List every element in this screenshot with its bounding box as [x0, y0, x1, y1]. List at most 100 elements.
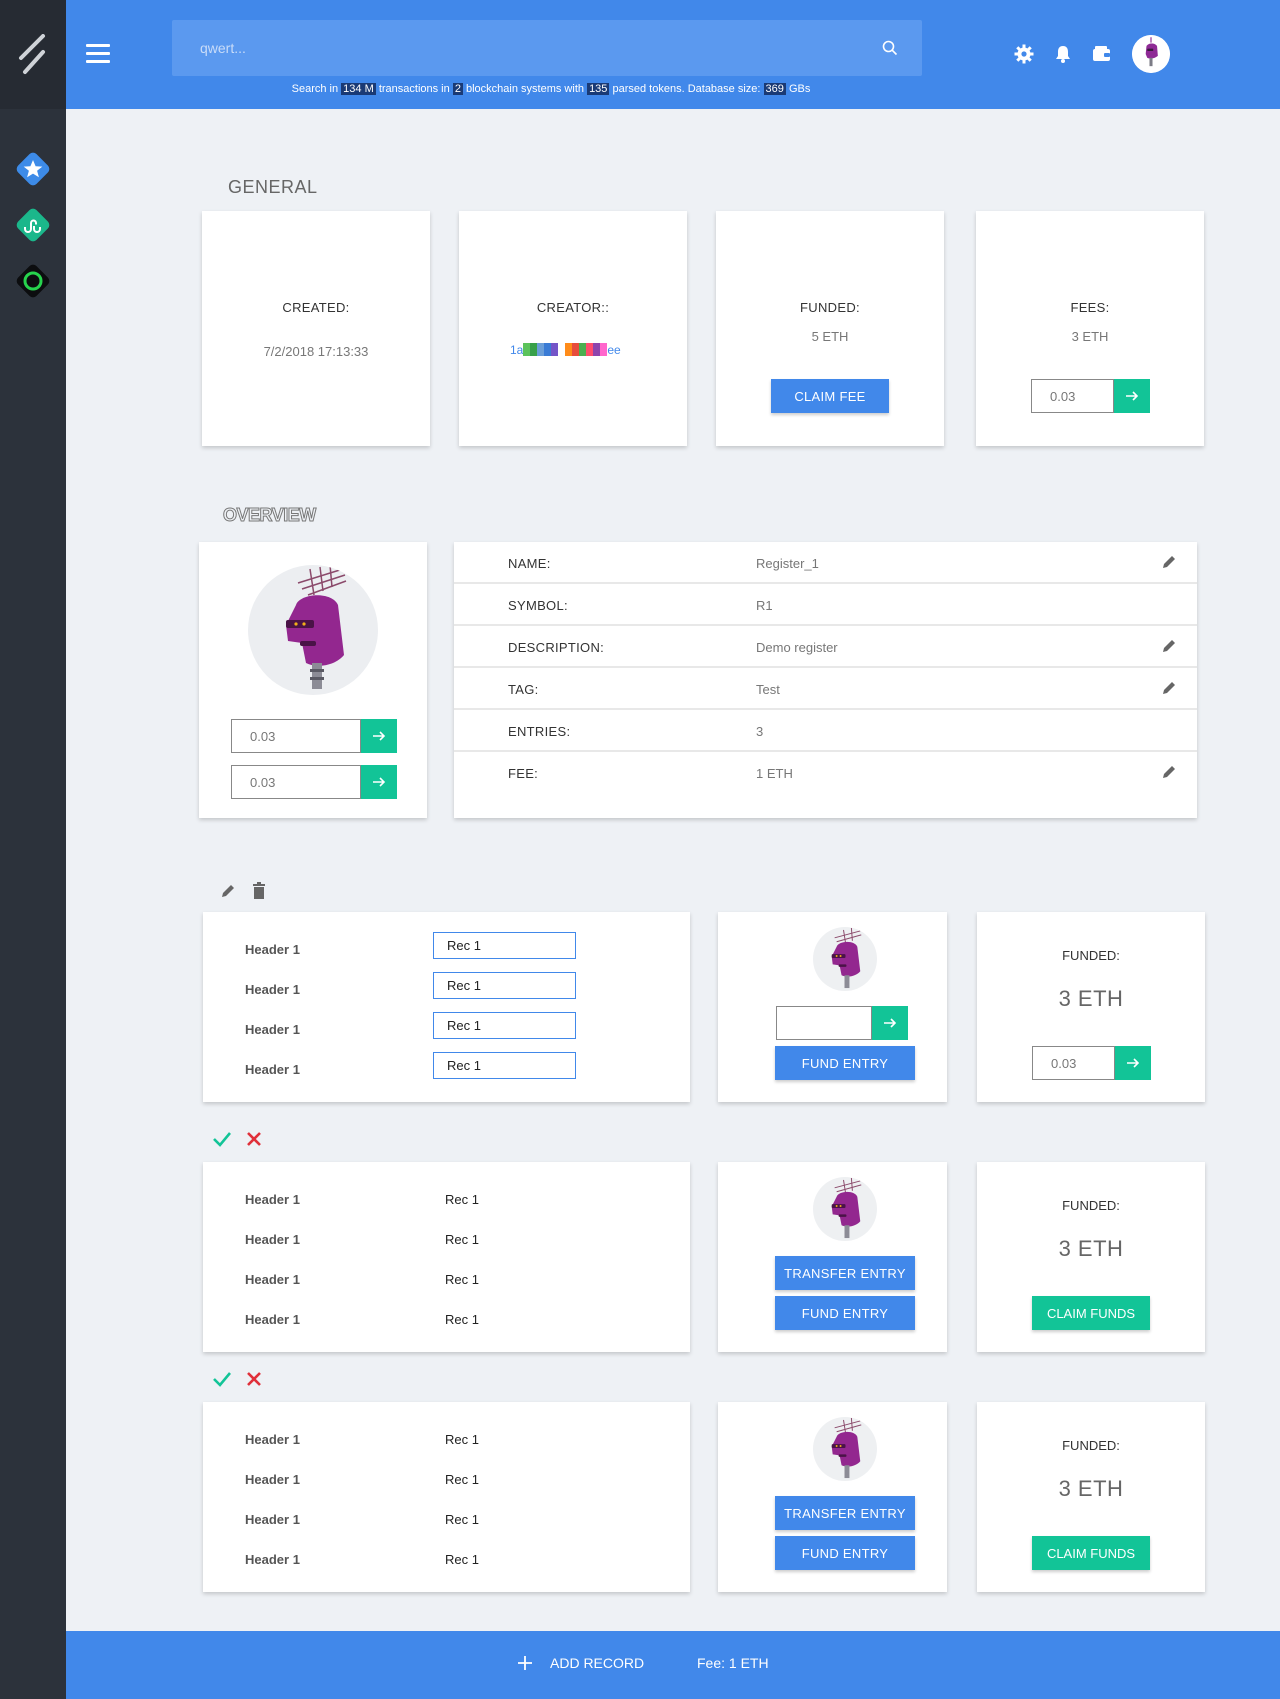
entry-field-row: Header 1 Rec 1 — [203, 1540, 693, 1580]
entry-fields-card: Header 1 Rec 1 Header 1 Rec 1 Header 1 Rec 1H… — [203, 1162, 690, 1352]
entry-field-value: Rec 1 — [445, 1192, 479, 1207]
overview-row-value: 3 — [756, 724, 764, 739]
search-bar — [172, 20, 922, 76]
entry-funded-submit-button[interactable] — [1115, 1046, 1151, 1080]
creator-address[interactable]: 1a ee — [510, 343, 621, 357]
entry-funded-card: FUNDED: 3 ETH CLAIM FUNDS — [977, 1402, 1205, 1592]
app-logo[interactable] — [0, 0, 66, 109]
identicon-block — [593, 343, 601, 356]
entry-field-row: Header 1 Rec 1 — [203, 1420, 693, 1460]
claim-funds-button[interactable]: CLAIM FUNDS — [1032, 1296, 1150, 1330]
delete-entry-icon[interactable] — [252, 882, 266, 899]
footer-fee: Fee: 1 ETH — [697, 1655, 769, 1671]
entry-field-row: Header 1 Rec 1 — [203, 1220, 693, 1260]
overview-amount-input-1[interactable] — [231, 719, 361, 753]
entry-funded-input[interactable] — [1032, 1046, 1115, 1080]
overview-row-value: 1 ETH — [756, 766, 793, 781]
entry-field-header: Header 1 — [245, 1192, 300, 1207]
edit-pencil-icon[interactable] — [1161, 680, 1177, 701]
arrow-right-icon — [884, 1018, 897, 1028]
overview-avatar-card — [199, 542, 427, 818]
overview-amount-input-2[interactable] — [231, 765, 361, 799]
overview-row-key: NAME: — [508, 556, 551, 571]
entry-field-value: Rec 1 — [445, 1312, 479, 1327]
identicon-block — [530, 343, 538, 356]
entry-field-header: Header 1 — [245, 1472, 300, 1487]
entry-funded-label: FUNDED: — [1062, 948, 1120, 963]
entry-actions-card: TRANSFER ENTRY FUND ENTRY — [718, 1402, 947, 1592]
entry-fund-input[interactable] — [776, 1006, 872, 1040]
search-input[interactable] — [172, 20, 872, 76]
identicon-block — [572, 343, 580, 356]
edit-pencil-icon[interactable] — [1161, 764, 1177, 785]
entry-field-row: Header 1 — [203, 970, 693, 1010]
fees-submit-button[interactable] — [1114, 379, 1150, 413]
fund-entry-button[interactable]: FUND ENTRY — [775, 1046, 915, 1080]
edit-pencil-icon[interactable] — [1161, 638, 1177, 659]
created-label: CREATED: — [282, 300, 350, 315]
cancel-x-icon[interactable] — [246, 1131, 262, 1147]
entry-field-header: Header 1 — [245, 1512, 300, 1527]
created-value: 7/2/2018 17:13:33 — [263, 344, 369, 359]
entry-field-input[interactable] — [433, 1012, 576, 1039]
overview-row-key: ENTRIES: — [508, 724, 571, 739]
ring-app-icon[interactable] — [15, 263, 51, 299]
transfer-entry-button[interactable]: TRANSFER ENTRY — [775, 1256, 915, 1290]
fees-value: 3 ETH — [1071, 329, 1109, 344]
cancel-x-icon[interactable] — [246, 1371, 262, 1387]
entry-field-row: Header 1 — [203, 930, 693, 970]
fees-card: FEES: 3 ETH — [976, 211, 1204, 446]
creator-card: CREATOR:: 1a ee — [459, 211, 687, 446]
claim-fee-button[interactable]: CLAIM FEE — [771, 379, 889, 413]
robot-avatar-icon — [831, 927, 862, 989]
overview-row-value: Demo register — [756, 640, 838, 655]
overview-row-key: SYMBOL: — [508, 598, 568, 613]
robot-avatar-icon — [286, 565, 347, 689]
entry-field-input[interactable] — [433, 972, 576, 999]
star-app-icon[interactable] — [15, 151, 51, 187]
entry-avatar — [813, 927, 877, 991]
creator-identicon — [523, 343, 608, 356]
identicon-block — [565, 343, 573, 356]
funded-value: 5 ETH — [811, 329, 849, 344]
entry-field-input[interactable] — [433, 1052, 576, 1079]
overview-row: NAME: Register_1 — [454, 542, 1197, 584]
entry-field-row: Header 1 Rec 1 — [203, 1260, 693, 1300]
fees-amount-input[interactable] — [1031, 379, 1114, 413]
creator-label: CREATOR:: — [536, 300, 610, 315]
edit-pencil-icon[interactable] — [1161, 554, 1177, 575]
entry-avatar — [813, 1417, 877, 1481]
add-record-button[interactable]: ADD RECORD — [518, 1655, 644, 1671]
search-icon[interactable] — [882, 40, 898, 56]
settings-icon[interactable] — [1014, 44, 1034, 64]
entry-avatar — [813, 1177, 877, 1241]
entry-funded-card: FUNDED: 3 ETH — [977, 912, 1205, 1102]
wallet-icon[interactable] — [1092, 44, 1112, 64]
overview-row: TAG: Test — [454, 668, 1197, 710]
stumbleupon-app-icon[interactable] — [15, 207, 51, 243]
transfer-entry-button[interactable]: TRANSFER ENTRY — [775, 1496, 915, 1530]
overview-submit-button-2[interactable] — [361, 765, 397, 799]
logo-icon — [19, 34, 45, 74]
entry-field-header: Header 1 — [245, 1062, 300, 1077]
fund-entry-button[interactable]: FUND ENTRY — [775, 1536, 915, 1570]
confirm-check-icon[interactable] — [212, 1131, 232, 1147]
entry-field-header: Header 1 — [245, 1552, 300, 1567]
creator-address-prefix: 1a — [510, 343, 524, 357]
entry-funded-value: 3 ETH — [1058, 1476, 1124, 1501]
arrow-right-icon — [373, 731, 386, 741]
confirm-check-icon[interactable] — [212, 1371, 232, 1387]
edit-entry-icon[interactable] — [220, 883, 236, 899]
identicon-block — [544, 343, 552, 356]
claim-funds-button[interactable]: CLAIM FUNDS — [1032, 1536, 1150, 1570]
menu-icon[interactable] — [86, 44, 110, 64]
overview-submit-button-1[interactable] — [361, 719, 397, 753]
fund-entry-button[interactable]: FUND ENTRY — [775, 1296, 915, 1330]
entry-field-input[interactable] — [433, 932, 576, 959]
overview-row-key: TAG: — [508, 682, 539, 697]
bell-icon[interactable] — [1054, 44, 1072, 64]
entry-fund-submit-button[interactable] — [872, 1006, 908, 1040]
user-avatar[interactable] — [1132, 35, 1170, 73]
entry-field-header: Header 1 — [245, 1232, 300, 1247]
entry-funded-value: 3 ETH — [1058, 1236, 1124, 1261]
